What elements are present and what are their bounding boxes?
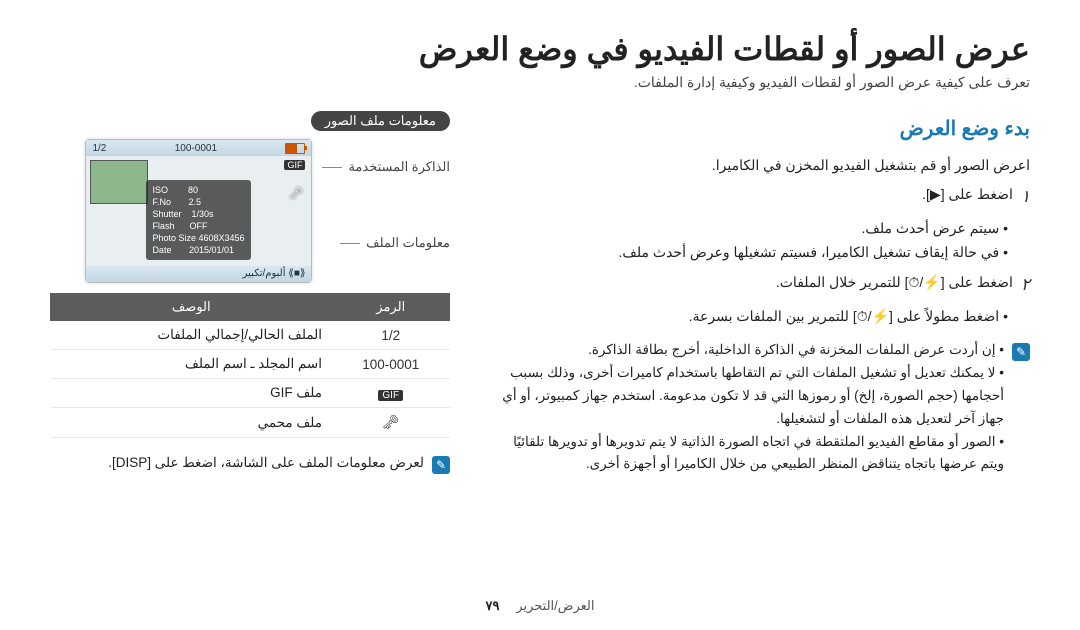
playback-note: إن أردت عرض الملفات المخزنة في الذاكرة ا… xyxy=(490,339,1004,362)
lcd-param-box: ISO 80 F.No 2.5 Shutter 1/30s Flash OFF … xyxy=(146,180,250,260)
step-2: ٢ اضغط على [⚡/⏱] للتمرير خلال الملفات. xyxy=(490,270,1030,301)
lcd-param: ISO 80 xyxy=(152,184,244,196)
fileinfo-tip-text: لعرض معلومات الملف على الشاشة، اضغط على … xyxy=(108,455,424,471)
step-2-text: اضغط على [⚡/⏱] للتمرير خلال الملفات. xyxy=(776,270,1013,301)
playback-section: بدء وضع العرض اعرض الصور أو قم بتشغيل ال… xyxy=(490,111,1030,476)
table-row: GIF ملف GIF xyxy=(51,379,450,408)
gif-icon: GIF xyxy=(378,390,403,401)
playback-lead: اعرض الصور أو قم بتشغيل الفيديو المخزن ف… xyxy=(490,153,1030,178)
page-footer: العرض/التحرير ٧٩ xyxy=(0,598,1080,614)
table-cell-desc: اسم المجلد ـ اسم الملف xyxy=(51,350,333,379)
gif-icon: GIF xyxy=(284,160,305,170)
step-1: ١ اضغط على [▶]. xyxy=(490,182,1030,213)
table-row: 1/2 الملف الحالي/إجمالي الملفات xyxy=(51,321,450,350)
table-cell-symbol: 100-0001 xyxy=(332,350,450,379)
lcd-counter: 1/2 xyxy=(92,143,106,154)
playback-note: الصور أو مقاطع الفيديو الملتقطة في اتجاه… xyxy=(490,431,1004,477)
step-2-bullet: اضغط مطولاً على [⚡/⏱] للتمرير بين الملفا… xyxy=(490,305,1008,329)
page-title: عرض الصور أو لقطات الفيديو في وضع العرض xyxy=(50,30,1030,68)
lock-icon: 🗝 xyxy=(332,408,450,438)
table-row: 🗝 ملف محمي xyxy=(51,408,450,438)
fileinfo-tip: ✎ لعرض معلومات الملف على الشاشة، اضغط عل… xyxy=(50,452,450,474)
table-cell-desc: الملف الحالي/إجمالي الملفات xyxy=(51,321,333,350)
step-1-text: اضغط على [▶]. xyxy=(922,182,1013,213)
lcd-thumbnail xyxy=(90,160,148,204)
fileinfo-section: معلومات ملف الصور الذاكرة المستخدمة معلو… xyxy=(50,111,450,474)
table-cell-desc: ملف محمي xyxy=(51,408,333,438)
footer-section: العرض/التحرير xyxy=(516,598,594,613)
lock-icon: 🗝 xyxy=(288,186,303,200)
table-header-desc: الوصف xyxy=(51,294,333,321)
info-icon: ✎ xyxy=(432,456,450,474)
lcd-param: Flash OFF xyxy=(152,220,244,232)
lcd-callouts: الذاكرة المستخدمة معلومات الملف xyxy=(322,139,450,251)
step-1-bullet: سيتم عرض أحدث ملف. xyxy=(490,217,1008,241)
page-intro: تعرف على كيفية عرض الصور أو لقطات الفيدي… xyxy=(50,74,1030,91)
info-icon: ✎ xyxy=(1012,343,1030,361)
lcd-param: Date 2015/01/01 xyxy=(152,244,244,256)
symbol-table: الرمز الوصف 1/2 الملف الحالي/إجمالي المل… xyxy=(50,293,450,438)
lcd-zoom-hint: ألبوم/تكبير ⟪■⟫ xyxy=(86,266,311,282)
table-header-symbol: الرمز xyxy=(332,294,450,321)
playback-note: لا يمكنك تعديل أو تشغيل الملفات التي تم … xyxy=(490,362,1004,431)
footer-page-number: ٧٩ xyxy=(485,598,499,613)
table-cell-symbol: 1/2 xyxy=(332,321,450,350)
playback-notes: ✎ إن أردت عرض الملفات المخزنة في الذاكرة… xyxy=(490,339,1030,477)
lcd-param: F.No 2.5 xyxy=(152,196,244,208)
step-2-number: ٢ xyxy=(1021,270,1030,301)
callout-info: معلومات الملف xyxy=(322,235,450,251)
table-cell-desc: ملف GIF xyxy=(51,379,333,408)
step-1-bullet: في حالة إيقاف تشغيل الكاميرا، فسيتم تشغي… xyxy=(490,241,1008,265)
table-row: 100-0001 اسم المجلد ـ اسم الملف xyxy=(51,350,450,379)
lcd-folder: 100-0001 xyxy=(175,143,217,154)
callout-memory: الذاكرة المستخدمة xyxy=(322,159,450,175)
fileinfo-chip: معلومات ملف الصور xyxy=(311,111,450,131)
battery-icon xyxy=(285,143,305,154)
step-1-number: ١ xyxy=(1021,182,1030,213)
playback-heading: بدء وضع العرض xyxy=(490,111,1030,147)
lcd-param: Shutter 1/30s xyxy=(152,208,244,220)
camera-lcd: 1/2 100-0001 GIF 🗝 ISO 80 F.No 2.5 Shutt… xyxy=(85,139,312,283)
lcd-param: Photo Size 4608X3456 xyxy=(152,232,244,244)
table-cell-symbol: GIF xyxy=(332,379,450,408)
